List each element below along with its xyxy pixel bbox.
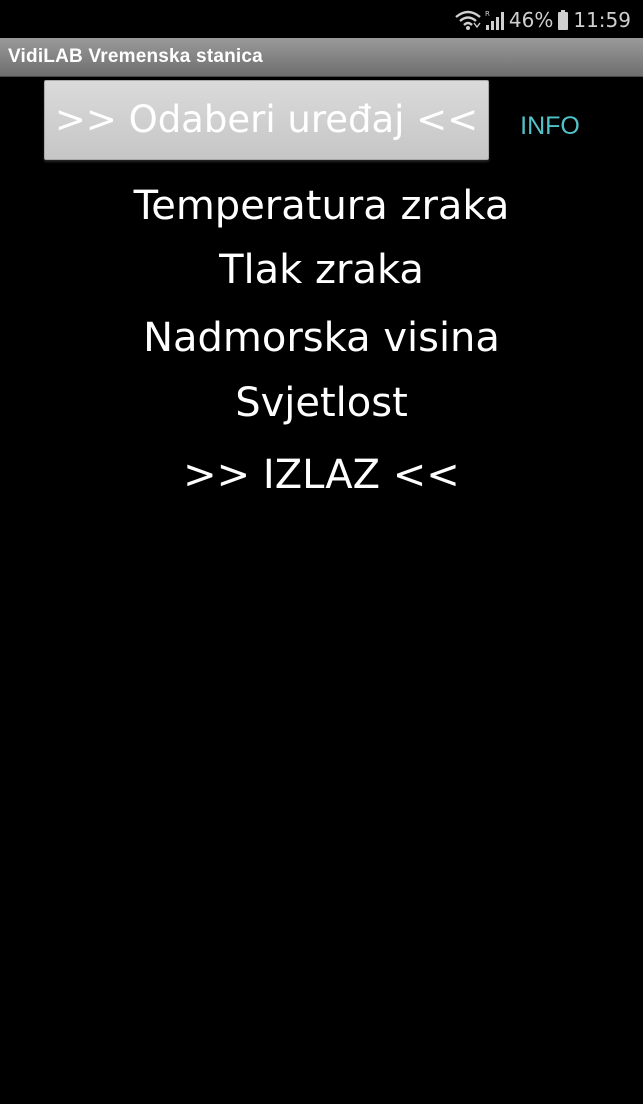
status-icons: R 46% 11:59 (455, 6, 631, 34)
app-title-bar: VidiLAB Vremenska stanica (0, 38, 643, 77)
info-button[interactable]: INFO (505, 106, 595, 146)
status-bar: R 46% 11:59 (0, 0, 643, 38)
signal-icon: R (485, 9, 505, 31)
svg-text:R: R (485, 10, 490, 18)
exit-button[interactable]: >> IZLAZ << (0, 450, 643, 500)
app-title: VidiLAB Vremenska stanica (8, 46, 263, 67)
menu-item-air-pressure[interactable]: Tlak zraka (0, 245, 643, 295)
menu-item-air-temperature[interactable]: Temperatura zraka (0, 181, 643, 231)
battery-percent: 46% (508, 8, 554, 32)
clock: 11:59 (573, 8, 631, 32)
menu-item-altitude[interactable]: Nadmorska visina (0, 313, 643, 363)
wifi-icon (455, 9, 481, 31)
battery-icon (557, 9, 569, 31)
select-device-button[interactable]: >> Odaberi uređaj << (44, 80, 489, 160)
menu-item-light[interactable]: Svjetlost (0, 378, 643, 428)
